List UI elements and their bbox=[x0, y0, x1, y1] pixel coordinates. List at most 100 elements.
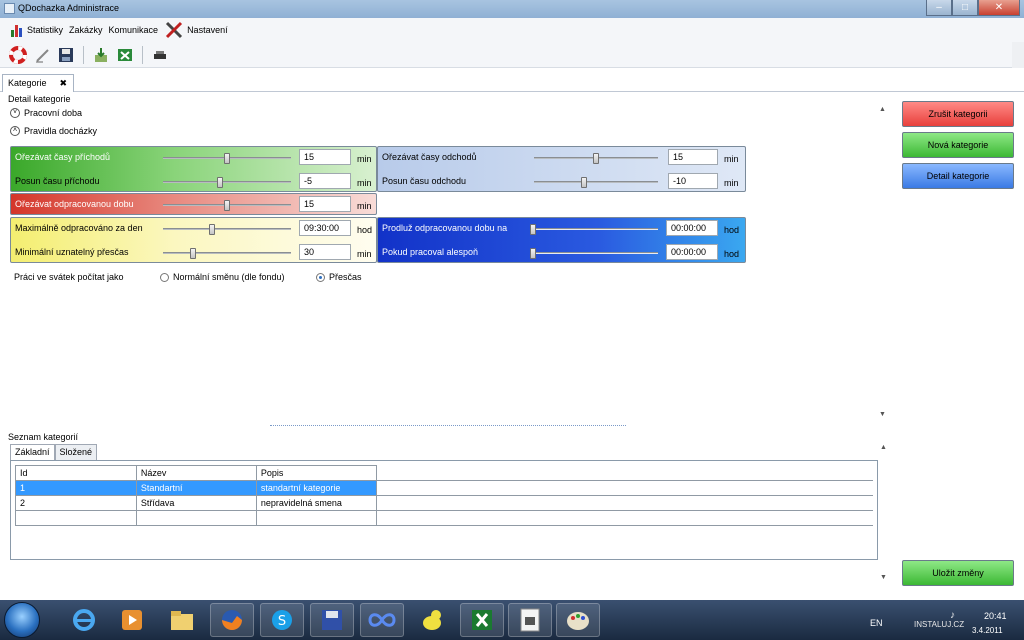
detail-scrollbar[interactable]: ▲ ▼ bbox=[876, 106, 890, 418]
clock-time[interactable]: 20:41 bbox=[984, 611, 1007, 621]
arrival-trim-input[interactable]: 15 bbox=[299, 149, 351, 165]
tab-zakladni[interactable]: Základní bbox=[10, 444, 55, 460]
category-list-group: Seznam kategorií Základní Složené Id Náz… bbox=[4, 432, 890, 588]
column-header-filler bbox=[375, 465, 873, 481]
save-changes-button[interactable]: Uložit změny bbox=[902, 560, 1014, 586]
taskbar-skype[interactable]: S bbox=[260, 603, 304, 637]
radio-normal-shift[interactable] bbox=[160, 273, 169, 282]
slider-thumb[interactable] bbox=[224, 153, 230, 164]
scroll-up-icon[interactable]: ▲ bbox=[880, 444, 887, 451]
taskbar-explorer[interactable] bbox=[160, 603, 204, 637]
scroll-up-icon[interactable]: ▲ bbox=[879, 106, 886, 113]
slider-track bbox=[534, 181, 658, 183]
taskbar-infinity[interactable] bbox=[360, 603, 404, 637]
tab-slozene[interactable]: Složené bbox=[54, 444, 98, 460]
table-header-row: Id Název Popis bbox=[15, 465, 873, 481]
excel-export-button[interactable] bbox=[115, 45, 135, 65]
tab-kategorie[interactable]: Kategorie ✖ bbox=[2, 74, 74, 92]
scroll-down-icon[interactable]: ▼ bbox=[879, 411, 886, 418]
maximize-button[interactable]: □ bbox=[952, 0, 978, 16]
save-button[interactable] bbox=[56, 45, 76, 65]
menu-statistiky[interactable]: Statistiky bbox=[10, 22, 63, 38]
min-overtime-slider[interactable] bbox=[163, 248, 291, 259]
taskbar-ie[interactable] bbox=[62, 603, 106, 637]
min-worked-input[interactable]: 00:00:00 bbox=[666, 244, 718, 260]
min-worked-slider[interactable] bbox=[530, 248, 658, 259]
slider-track bbox=[163, 252, 291, 254]
taskbar: S EN INSTALUJ.CZ ♪ 20:41 3.4.2011 bbox=[0, 600, 1024, 640]
worktime-trim-input[interactable]: 15 bbox=[299, 196, 351, 212]
clock-date[interactable]: 3.4.2011 bbox=[972, 626, 1003, 635]
column-header-id[interactable]: Id bbox=[15, 465, 137, 481]
min-overtime-input[interactable]: 30 bbox=[299, 244, 351, 260]
radio-label: Normální směnu (dle fondu) bbox=[173, 272, 285, 282]
departure-shift-slider[interactable] bbox=[534, 177, 658, 188]
language-indicator[interactable]: EN bbox=[870, 618, 883, 628]
taskbar-firefox[interactable] bbox=[210, 603, 254, 637]
taskbar-floppy[interactable] bbox=[310, 603, 354, 637]
taskbar-media-player[interactable] bbox=[110, 603, 154, 637]
start-button[interactable] bbox=[4, 602, 40, 638]
new-category-button[interactable]: Nová kategorie bbox=[902, 132, 1014, 158]
slider-thumb[interactable] bbox=[224, 200, 230, 211]
slider-thumb[interactable] bbox=[581, 177, 587, 188]
cell-id: 2 bbox=[15, 495, 137, 511]
table-row[interactable]: 1 Standartní standartní kategorie bbox=[15, 480, 873, 496]
departure-trim-slider[interactable] bbox=[534, 153, 658, 164]
scroll-down-icon[interactable]: ▼ bbox=[880, 574, 887, 581]
radio-label: Přesčas bbox=[329, 272, 362, 282]
arrival-shift-input[interactable]: -5 bbox=[299, 173, 351, 189]
extend-worktime-input[interactable]: 00:00:00 bbox=[666, 220, 718, 236]
extend-worktime-slider[interactable] bbox=[530, 224, 658, 235]
expander-label: Pracovní doba bbox=[24, 108, 83, 118]
taskbar-excel[interactable] bbox=[460, 603, 504, 637]
expander-pravidla-dochazky[interactable]: ˄ Pravidla docházky bbox=[10, 126, 97, 136]
radio-overtime[interactable] bbox=[316, 273, 325, 282]
slider-thumb[interactable] bbox=[593, 153, 599, 164]
taskbar-paint[interactable] bbox=[556, 603, 600, 637]
max-worktime-slider[interactable] bbox=[163, 224, 291, 235]
lifebuoy-button[interactable] bbox=[8, 45, 28, 65]
cancel-category-button[interactable]: Zrušit kategorii bbox=[902, 101, 1014, 127]
table-new-row[interactable] bbox=[15, 510, 873, 526]
menu-nastaveni[interactable]: Nastavení bbox=[164, 20, 228, 40]
max-worktime-input[interactable]: 09:30:00 bbox=[299, 220, 351, 236]
taskbar-duck[interactable] bbox=[410, 603, 454, 637]
departure-trim-input[interactable]: 15 bbox=[668, 149, 718, 165]
field-label: Posun času odchodu bbox=[382, 176, 467, 186]
arrival-shift-slider[interactable] bbox=[163, 177, 291, 188]
column-header-popis[interactable]: Popis bbox=[255, 465, 377, 481]
collapse-icon: ˄ bbox=[10, 126, 20, 136]
slider-thumb[interactable] bbox=[530, 248, 536, 259]
watermark: INSTALUJ.CZ bbox=[914, 620, 965, 629]
minimize-button[interactable]: – bbox=[926, 0, 952, 16]
close-tab-icon[interactable]: ✖ bbox=[59, 78, 67, 89]
arrival-rules-panel: Ořezávat časy příchodů 15 min Posun času… bbox=[10, 146, 377, 192]
worktime-trim-slider[interactable] bbox=[163, 200, 291, 211]
table-row[interactable]: 2 Střídava nepravidelná smena bbox=[15, 495, 873, 511]
edit-button[interactable] bbox=[32, 45, 52, 65]
volume-icon[interactable]: ♪ bbox=[950, 610, 955, 621]
infinity-icon bbox=[368, 613, 396, 627]
cell-popis: nepravidelná smena bbox=[255, 495, 377, 511]
slider-thumb[interactable] bbox=[209, 224, 215, 235]
document-icon bbox=[520, 608, 540, 632]
slider-thumb[interactable] bbox=[217, 177, 223, 188]
menu-zakazky[interactable]: Zakázky bbox=[69, 25, 103, 35]
paint-icon bbox=[567, 612, 589, 630]
category-detail-button[interactable]: Detail kategorie bbox=[902, 163, 1014, 189]
excel-icon bbox=[472, 610, 492, 630]
taskbar-document[interactable] bbox=[508, 603, 552, 637]
departure-shift-input[interactable]: -10 bbox=[668, 173, 718, 189]
arrival-trim-slider[interactable] bbox=[163, 153, 291, 164]
slider-thumb[interactable] bbox=[530, 224, 536, 235]
toolbar-overflow[interactable] bbox=[1012, 42, 1024, 68]
pane-splitter[interactable] bbox=[270, 425, 626, 427]
expander-pracovni-doba[interactable]: ˅ Pracovní doba bbox=[10, 108, 82, 118]
column-header-nazev[interactable]: Název bbox=[135, 465, 257, 481]
slider-thumb[interactable] bbox=[190, 248, 196, 259]
import-button[interactable] bbox=[91, 45, 111, 65]
menu-komunikace[interactable]: Komunikace bbox=[109, 25, 159, 35]
print-button[interactable] bbox=[150, 45, 170, 65]
close-button[interactable]: ✕ bbox=[978, 0, 1020, 16]
